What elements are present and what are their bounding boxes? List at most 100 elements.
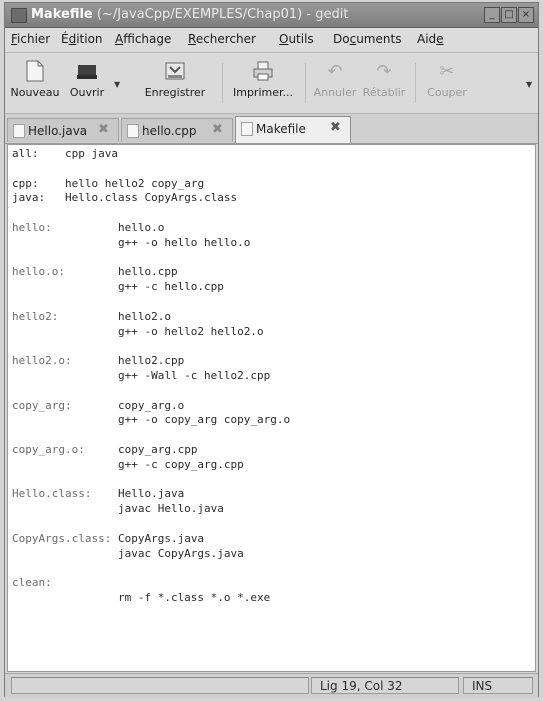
cut-label: Couper xyxy=(427,86,467,99)
code-line: g++ -o hello2 hello2.o xyxy=(12,325,290,340)
document-tabs: Hello.java ✖ hello.cpp ✖ Makefile ✖ xyxy=(5,114,538,144)
code-text: cpp: xyxy=(12,176,39,190)
undo-button[interactable]: ↶ Annuler xyxy=(311,59,359,100)
cursor-position: Lig 19, Col 32 xyxy=(311,677,459,694)
text-editor[interactable]: all: cpp java cpp: hello hello2 copy_arg… xyxy=(7,144,536,672)
save-label: Enregistrer xyxy=(144,86,206,99)
window-title: Makefile (~/JavaCpp/EXEMPLES/Chap01) - g… xyxy=(31,7,349,22)
make-target: hello.o: xyxy=(12,265,65,279)
insert-mode-indicator[interactable]: INS xyxy=(463,677,533,694)
menu-fichier[interactable]: Fichier xyxy=(11,32,50,46)
menu-edition[interactable]: Édition xyxy=(61,32,103,46)
code-text: g++ -c copy_arg.cpp xyxy=(12,457,244,471)
menu-documents[interactable]: Documents xyxy=(333,32,401,46)
code-text: copy_arg.cpp xyxy=(84,442,198,456)
make-target: copy_arg: xyxy=(12,398,72,412)
tab-hello-cpp[interactable]: hello.cpp ✖ xyxy=(121,118,233,142)
tab-hello-java[interactable]: Hello.java ✖ xyxy=(7,118,119,142)
code-line: Hello.class: Hello.java xyxy=(12,487,290,502)
new-document-icon xyxy=(22,59,48,83)
close-tab-icon[interactable]: ✖ xyxy=(212,122,223,137)
code-text: g++ -o hello hello.o xyxy=(12,235,251,249)
print-label: Imprimer... xyxy=(232,86,293,99)
close-tab-icon[interactable]: ✖ xyxy=(330,120,341,135)
make-target: Hello.class: xyxy=(12,487,92,501)
text-file-icon xyxy=(127,124,139,138)
code-line: g++ -c copy_arg.cpp xyxy=(12,458,290,473)
make-target: CopyArgs.class: xyxy=(12,531,112,545)
save-button[interactable]: Enregistrer xyxy=(135,59,215,99)
cut-button[interactable]: ✂ Couper xyxy=(423,59,471,100)
code-text: java: xyxy=(12,191,46,205)
tab-makefile[interactable]: Makefile ✖ xyxy=(235,116,351,143)
open-folder-icon xyxy=(74,59,100,83)
toolbar-overflow-arrow[interactable]: ▼ xyxy=(526,80,532,89)
gedit-window: Makefile (~/JavaCpp/EXEMPLES/Chap01) - g… xyxy=(4,2,539,698)
print-button[interactable]: Imprimer... xyxy=(227,59,299,99)
menu-aide[interactable]: Aide xyxy=(417,32,444,46)
code-text: Hello.class CopyArgs.class xyxy=(45,191,238,205)
toolbar-separator xyxy=(222,63,223,103)
new-button[interactable]: Nouveau xyxy=(9,59,61,99)
make-target: hello: xyxy=(12,220,52,234)
tab-label: Makefile xyxy=(256,122,306,136)
menu-rechercher[interactable]: Rechercher xyxy=(188,32,256,46)
make-target: copy_arg.o: xyxy=(12,442,85,456)
redo-button[interactable]: ↷ Rétablir xyxy=(361,59,407,100)
code-text: hello2.cpp xyxy=(71,354,185,368)
code-line: g++ -o copy_arg copy_arg.o xyxy=(12,413,290,428)
menu-bar: Fichier Édition Affichage Rechercher Out… xyxy=(5,28,538,53)
make-target: clean: xyxy=(12,576,52,590)
code-text: cpp java xyxy=(38,147,118,160)
code-text: hello.o xyxy=(51,220,165,234)
code-line: all: cpp java xyxy=(12,147,290,162)
menu-outils[interactable]: Outils xyxy=(279,32,314,46)
close-window-button[interactable]: × xyxy=(518,7,534,23)
code-text: g++ -c hello.cpp xyxy=(12,280,224,294)
make-target: hello2.o: xyxy=(12,354,72,368)
open-label: Ouvrir xyxy=(69,86,105,99)
code-text: g++ -o hello2 hello2.o xyxy=(12,324,264,338)
app-icon xyxy=(11,8,27,23)
make-target: hello2: xyxy=(12,309,59,323)
code-line: CopyArgs.class: CopyArgs.java xyxy=(12,532,290,547)
code-line: hello2.o: hello2.cpp xyxy=(12,354,290,369)
editor-content[interactable]: all: cpp java cpp: hello hello2 copy_arg… xyxy=(12,147,290,606)
toolbar-separator xyxy=(305,63,306,103)
code-line: g++ -c hello.cpp xyxy=(12,280,290,295)
code-text: g++ -o copy_arg copy_arg.o xyxy=(12,413,291,427)
code-line: rm -f *.class *.o *.exe xyxy=(12,591,290,606)
status-bar: Lig 19, Col 32 INS xyxy=(5,673,538,698)
code-line: cpp: hello hello2 copy_arg xyxy=(12,177,290,192)
close-tab-icon[interactable]: ✖ xyxy=(98,122,109,137)
maximize-button[interactable]: □ xyxy=(501,7,517,23)
code-line: g++ -Wall -c hello2.cpp xyxy=(12,369,290,384)
open-button[interactable]: Ouvrir xyxy=(65,59,109,99)
open-recent-dropdown[interactable]: ▼ xyxy=(114,80,120,89)
scissors-icon: ✂ xyxy=(439,60,455,82)
minimize-button[interactable]: _ xyxy=(484,7,500,23)
code-text: hello2.o xyxy=(58,309,171,323)
toolbar: Nouveau Ouvrir ▼ Enregistrer Imprimer...… xyxy=(5,53,538,114)
title-bar[interactable]: Makefile (~/JavaCpp/EXEMPLES/Chap01) - g… xyxy=(5,3,538,28)
code-line: g++ -o hello hello.o xyxy=(12,236,290,251)
menu-affichage[interactable]: Affichage xyxy=(115,32,171,46)
code-line: hello.o: hello.cpp xyxy=(12,265,290,280)
toolbar-separator xyxy=(415,63,416,103)
code-line: hello2: hello2.o xyxy=(12,310,290,325)
code-text: hello.cpp xyxy=(64,265,178,279)
code-text: hello hello2 copy_arg xyxy=(38,176,205,190)
redo-icon: ↷ xyxy=(376,60,392,82)
code-line: clean: xyxy=(12,576,290,591)
new-label: Nouveau xyxy=(10,86,60,99)
